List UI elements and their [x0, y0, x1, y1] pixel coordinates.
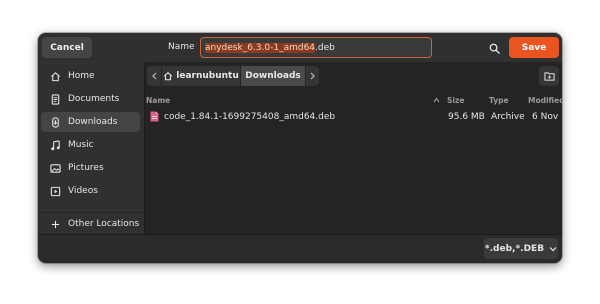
filename-input[interactable]: anydesk_6.3.0-1_amd64 .deb [200, 37, 432, 58]
file-modified: 6 Nov [532, 112, 559, 122]
save-file-dialog: Cancel Name anydesk_6.3.0-1_amd64 .deb Sa… [38, 33, 562, 263]
column-header-type[interactable]: Type [489, 96, 509, 105]
path-segment-home[interactable]: learnubuntu [162, 66, 240, 86]
sidebar-item-label: Home [68, 71, 95, 81]
path-segment-downloads[interactable]: Downloads [241, 66, 305, 86]
filename-selected-text: anydesk_6.3.0-1_amd64 [205, 42, 316, 53]
file-size: 95.6 MB [448, 112, 485, 122]
chevron-right-icon [310, 72, 315, 80]
column-header-modified[interactable]: Modified [528, 96, 562, 105]
deb-package-icon [150, 111, 159, 122]
column-header-name[interactable]: Name [146, 96, 170, 105]
path-segment-label: learnubuntu [176, 71, 239, 81]
search-button[interactable] [485, 39, 503, 57]
file-row[interactable]: code_1.84.1-1699275408_amd64.deb 95.6 MB… [146, 108, 561, 126]
sidebar-item-music[interactable]: Music [41, 135, 140, 155]
download-icon [49, 116, 61, 128]
sidebar-item-label: Music [68, 140, 94, 150]
sidebar-item-other-locations[interactable]: Other Locations [41, 214, 140, 234]
sidebar-item-label: Videos [68, 186, 98, 196]
filter-label: *.deb,*.DEB [484, 243, 545, 254]
home-icon [49, 70, 61, 82]
home-icon [164, 71, 173, 81]
name-label: Name [168, 42, 195, 52]
chevron-left-icon [151, 72, 156, 80]
music-icon [49, 139, 61, 151]
sidebar-item-label: Other Locations [68, 219, 140, 229]
videos-icon [49, 185, 61, 197]
sidebar-item-videos[interactable]: Videos [41, 181, 140, 201]
file-name: code_1.84.1-1699275408_amd64.deb [164, 112, 336, 122]
sidebar-item-label: Documents [68, 94, 120, 104]
sort-ascending-icon [433, 97, 440, 103]
file-type: Archive [491, 112, 525, 122]
dialog-header: Cancel Name anydesk_6.3.0-1_amd64 .deb Sa… [38, 33, 562, 62]
dialog-footer: *.deb,*.DEB [38, 234, 562, 263]
column-header-size[interactable]: Size [447, 96, 464, 105]
sidebar-divider [38, 212, 144, 213]
chevron-down-icon [549, 246, 557, 251]
document-icon [49, 93, 61, 105]
save-button[interactable]: Save [509, 37, 559, 58]
sidebar-item-downloads[interactable]: Downloads [41, 112, 140, 132]
plus-icon [49, 218, 61, 230]
path-forward-button[interactable] [306, 66, 319, 86]
sidebar-item-pictures[interactable]: Pictures [41, 158, 140, 178]
sidebar-item-documents[interactable]: Documents [41, 89, 140, 109]
filename-extension: .deb [315, 42, 335, 53]
path-back-button[interactable] [147, 66, 161, 86]
sidebar-item-label: Pictures [68, 163, 104, 173]
sidebar-item-home[interactable]: Home [41, 66, 140, 86]
search-icon [489, 43, 500, 54]
new-folder-button[interactable] [539, 66, 559, 86]
sidebar: Home Documents Downloads Music Pictures [38, 62, 145, 234]
pictures-icon [49, 162, 61, 174]
cancel-button[interactable]: Cancel [42, 37, 92, 58]
path-bar: learnubuntu Downloads [145, 62, 562, 90]
file-type-filter-dropdown[interactable]: *.deb,*.DEB [484, 238, 558, 259]
path-segment-label: Downloads [245, 71, 301, 81]
sidebar-item-label: Downloads [68, 117, 118, 127]
new-folder-icon [543, 72, 555, 81]
